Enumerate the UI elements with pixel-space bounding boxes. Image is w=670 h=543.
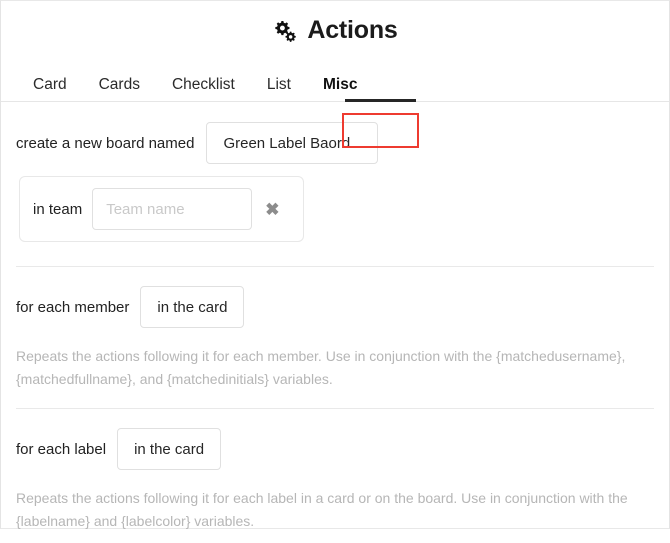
tab-list: Card Cards Checklist List Misc — [1, 53, 669, 102]
page-title-text: Actions — [307, 15, 398, 44]
in-team-group: in team ✖ — [19, 176, 304, 242]
tab-list[interactable]: List — [251, 70, 307, 102]
actions-panel: Actions Card Cards Checklist List Misc c… — [0, 0, 670, 529]
active-tab-underline — [345, 99, 416, 102]
member-in-the-card-button[interactable]: in the card — [140, 286, 245, 328]
board-name-input[interactable] — [206, 122, 379, 164]
for-each-member-helper-text: Repeats the actions following it for eac… — [16, 348, 626, 387]
for-each-label-row: for each label in the card — [16, 409, 654, 471]
for-each-label-section: for each label in the card Repeats the a… — [1, 409, 669, 542]
for-each-member-row: for each member in the card — [16, 267, 654, 328]
in-team-label: in team — [33, 200, 83, 218]
tab-card[interactable]: Card — [19, 70, 83, 102]
create-board-row: create a new board named — [16, 102, 654, 164]
tab-bar-rule — [1, 101, 669, 102]
create-board-section: create a new board named in team ✖ — [1, 102, 669, 266]
close-icon[interactable]: ✖ — [265, 201, 279, 218]
for-each-label-helper-text: Repeats the actions following it for eac… — [16, 490, 628, 530]
panel-header: Actions — [1, 1, 669, 53]
page-title: Actions — [272, 15, 398, 44]
tab-cards[interactable]: Cards — [83, 70, 156, 102]
team-name-input[interactable] — [92, 188, 253, 230]
for-each-label-label: for each label — [16, 440, 107, 458]
for-each-member-label: for each member — [16, 298, 130, 316]
for-each-member-section: for each member in the card Repeats the … — [1, 267, 669, 408]
label-in-the-card-button[interactable]: in the card — [117, 428, 222, 471]
cogs-icon — [272, 19, 298, 43]
tab-bar: Card Cards Checklist List Misc — [1, 53, 669, 148]
tab-checklist[interactable]: Checklist — [156, 70, 251, 102]
create-board-label: create a new board named — [16, 134, 195, 152]
tab-misc[interactable]: Misc — [307, 70, 373, 102]
